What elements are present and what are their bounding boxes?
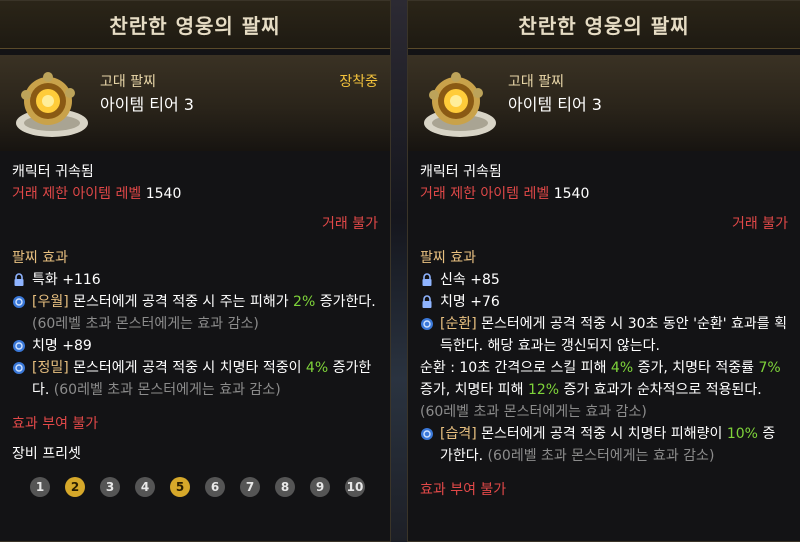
effect-precision: [정밀] 몬스터에게 공격 적중 시 치명타 적중이 4% 증가한다. (60레… [12, 357, 378, 401]
effect-note: (60레벨 초과 몬스터에게는 효과 감소) [483, 448, 715, 464]
item-tier: 아이템 티어 3 [100, 95, 194, 114]
tooltip-header: 찬란한 영웅의 팔찌 [0, 1, 390, 49]
effect-tag: [정밀] [32, 360, 69, 376]
preset-dot[interactable]: 4 [135, 477, 155, 497]
effect-text: 치명 +76 [440, 294, 500, 310]
swirl-icon [420, 313, 440, 335]
trade-status: 거래 불가 [322, 216, 378, 232]
effect-stat-swiftness: 신속 +85 [420, 269, 788, 291]
effect-detail-text: 증가, 치명타 적중률 [633, 360, 759, 376]
item-tooltip-compare: 찬란한 영웅의 팔찌 고대 팔찌 아이템 티어 3 캐릭터 귀속됨 거래 제한 … [407, 0, 800, 542]
effect-value: 4% [305, 360, 329, 376]
tooltip-header: 찬란한 영웅의 팔찌 [408, 1, 800, 49]
effect-text: 몬스터에게 공격 적중 시 치명타 적중이 [68, 360, 306, 376]
effect-value: 10% [726, 426, 758, 442]
lock-icon [420, 269, 440, 291]
trade-level-value: 1540 [553, 186, 590, 202]
preset-dot[interactable]: 9 [310, 477, 330, 497]
preset-dot[interactable]: 3 [100, 477, 120, 497]
bound-status: 캐릭터 귀속됨 [12, 164, 94, 180]
effect-text: 치명 +89 [32, 338, 92, 354]
swirl-icon [12, 357, 32, 379]
enchant-status: 효과 부여 불가 [12, 416, 99, 432]
preset-dot-active[interactable]: 2 [65, 477, 85, 497]
preset-dot[interactable]: 8 [275, 477, 295, 497]
effect-detail-text: 순환 : 10초 간격으로 스킬 피해 [420, 360, 611, 376]
item-grade: 고대 팔찌 [100, 74, 156, 90]
effect-detail-text: 증가 효과가 순차적으로 적용된다. [559, 382, 762, 398]
effect-circulation: [순환] 몬스터에게 공격 적중 시 30초 동안 '순환' 효과를 획득한다.… [420, 313, 788, 357]
effect-stat-crit: 치명 +89 [12, 335, 378, 357]
preset-label: 장비 프리셋 [12, 446, 81, 462]
effect-stat-crit: 치명 +76 [420, 291, 788, 313]
trade-level-line: 거래 제한 아이템 레벨 1540 [12, 183, 378, 205]
equipment-presets: 1 2 3 4 5 6 7 8 9 10 [12, 477, 378, 497]
preset-dot-active[interactable]: 5 [170, 477, 190, 497]
effect-text: 몬스터에게 공격 적중 시 치명타 피해량이 [476, 426, 727, 442]
effect-text: 몬스터에게 공격 적중 시 30초 동안 '순환' 효과를 획득한다. 해당 효… [440, 316, 787, 354]
effect-tag: [우월] [32, 294, 69, 310]
effect-ambush: [습격] 몬스터에게 공격 적중 시 치명타 피해량이 10% 증가한다. (6… [420, 423, 788, 467]
effect-tag: [순환] [440, 316, 477, 332]
trade-level-label: 거래 제한 아이템 레벨 [12, 186, 142, 202]
preset-dot[interactable]: 1 [30, 477, 50, 497]
preset-dot[interactable]: 7 [240, 477, 260, 497]
effect-text: 특화 +116 [32, 272, 101, 288]
item-grade: 고대 팔찌 [508, 74, 564, 90]
effect-value: 4% [610, 360, 634, 376]
trade-level-line: 거래 제한 아이템 레벨 1540 [420, 183, 788, 205]
swirl-icon [12, 335, 32, 357]
effect-tag: [습격] [440, 426, 477, 442]
bracelet-icon [424, 72, 496, 137]
trade-level-value: 1540 [145, 186, 182, 202]
swirl-icon [420, 423, 440, 445]
effect-superiority: [우월] 몬스터에게 공격 적중 시 주는 피해가 2% 증가한다. (60레벨… [12, 291, 378, 335]
trade-status: 거래 불가 [732, 216, 788, 232]
item-summary: 고대 팔찌 아이템 티어 3 장착중 [0, 55, 390, 151]
item-name: 찬란한 영웅의 팔찌 [109, 14, 281, 38]
background-strip [390, 0, 408, 542]
preset-dot[interactable]: 6 [205, 477, 225, 497]
lock-icon [12, 269, 32, 291]
effect-value: 7% [758, 360, 781, 376]
effect-tail: 증가한다. [315, 294, 376, 310]
effect-note: (60레벨 초과 몬스터에게는 효과 감소) [420, 404, 647, 420]
effects-title: 팔찌 효과 [12, 250, 68, 266]
effect-detail-text: 증가, 치명타 피해 [420, 382, 528, 398]
effect-note: (60레벨 초과 몬스터에게는 효과 감소) [49, 382, 281, 398]
equipped-badge: 장착중 [339, 74, 378, 90]
effect-text: 신속 +85 [440, 272, 500, 288]
effects-title: 팔찌 효과 [420, 250, 476, 266]
effect-note: (60레벨 초과 몬스터에게는 효과 감소) [32, 316, 259, 332]
lock-icon [420, 291, 440, 313]
preset-dot[interactable]: 10 [345, 477, 365, 497]
item-tier: 아이템 티어 3 [508, 95, 602, 114]
item-name: 찬란한 영웅의 팔찌 [518, 14, 690, 38]
bracelet-icon [16, 72, 88, 137]
item-tooltip-equipped: 찬란한 영웅의 팔찌 고대 팔찌 아이템 티어 3 장착중 캐릭터 귀속됨 거래… [0, 0, 391, 542]
effect-circulation-detail: 순환 : 10초 간격으로 스킬 피해 4% 증가, 치명타 적중률 7% 증가… [420, 357, 788, 423]
effect-value: 2% [293, 294, 316, 310]
swirl-icon [12, 291, 32, 313]
effect-stat-specialization: 특화 +116 [12, 269, 378, 291]
item-summary: 고대 팔찌 아이템 티어 3 [408, 55, 800, 151]
bound-status: 캐릭터 귀속됨 [420, 164, 502, 180]
enchant-status: 효과 부여 불가 [420, 482, 507, 498]
effect-text: 몬스터에게 공격 적중 시 주는 피해가 [68, 294, 294, 310]
effect-value: 12% [527, 382, 560, 398]
trade-level-label: 거래 제한 아이템 레벨 [420, 186, 550, 202]
